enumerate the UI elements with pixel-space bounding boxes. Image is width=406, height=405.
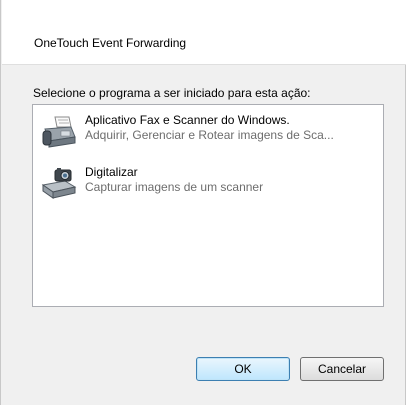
cancel-button[interactable]: Cancelar	[300, 357, 384, 381]
program-description: Adquirir, Gerenciar e Rotear imagens de …	[85, 128, 334, 142]
program-description: Capturar imagens de um scanner	[85, 180, 264, 194]
program-list[interactable]: Aplicativo Fax e Scanner do Windows. Adq…	[32, 104, 384, 307]
dialog-title: OneTouch Event Forwarding	[34, 36, 187, 50]
program-name: Digitalizar	[85, 165, 138, 179]
event-forwarding-dialog: OneTouch Event Forwarding Selecione o pr…	[0, 0, 406, 405]
scanner-camera-icon	[41, 167, 77, 201]
fax-scanner-icon	[41, 115, 77, 149]
dialog-header: OneTouch Event Forwarding	[2, 0, 406, 65]
program-item-fax-scanner[interactable]: Aplicativo Fax e Scanner do Windows. Adq…	[37, 111, 377, 155]
program-prompt: Selecione o programa a ser iniciado para…	[33, 86, 311, 100]
program-name: Aplicativo Fax e Scanner do Windows.	[85, 113, 290, 127]
program-item-digitalizar[interactable]: Digitalizar Capturar imagens de um scann…	[37, 163, 377, 207]
ok-button[interactable]: OK	[196, 357, 290, 381]
